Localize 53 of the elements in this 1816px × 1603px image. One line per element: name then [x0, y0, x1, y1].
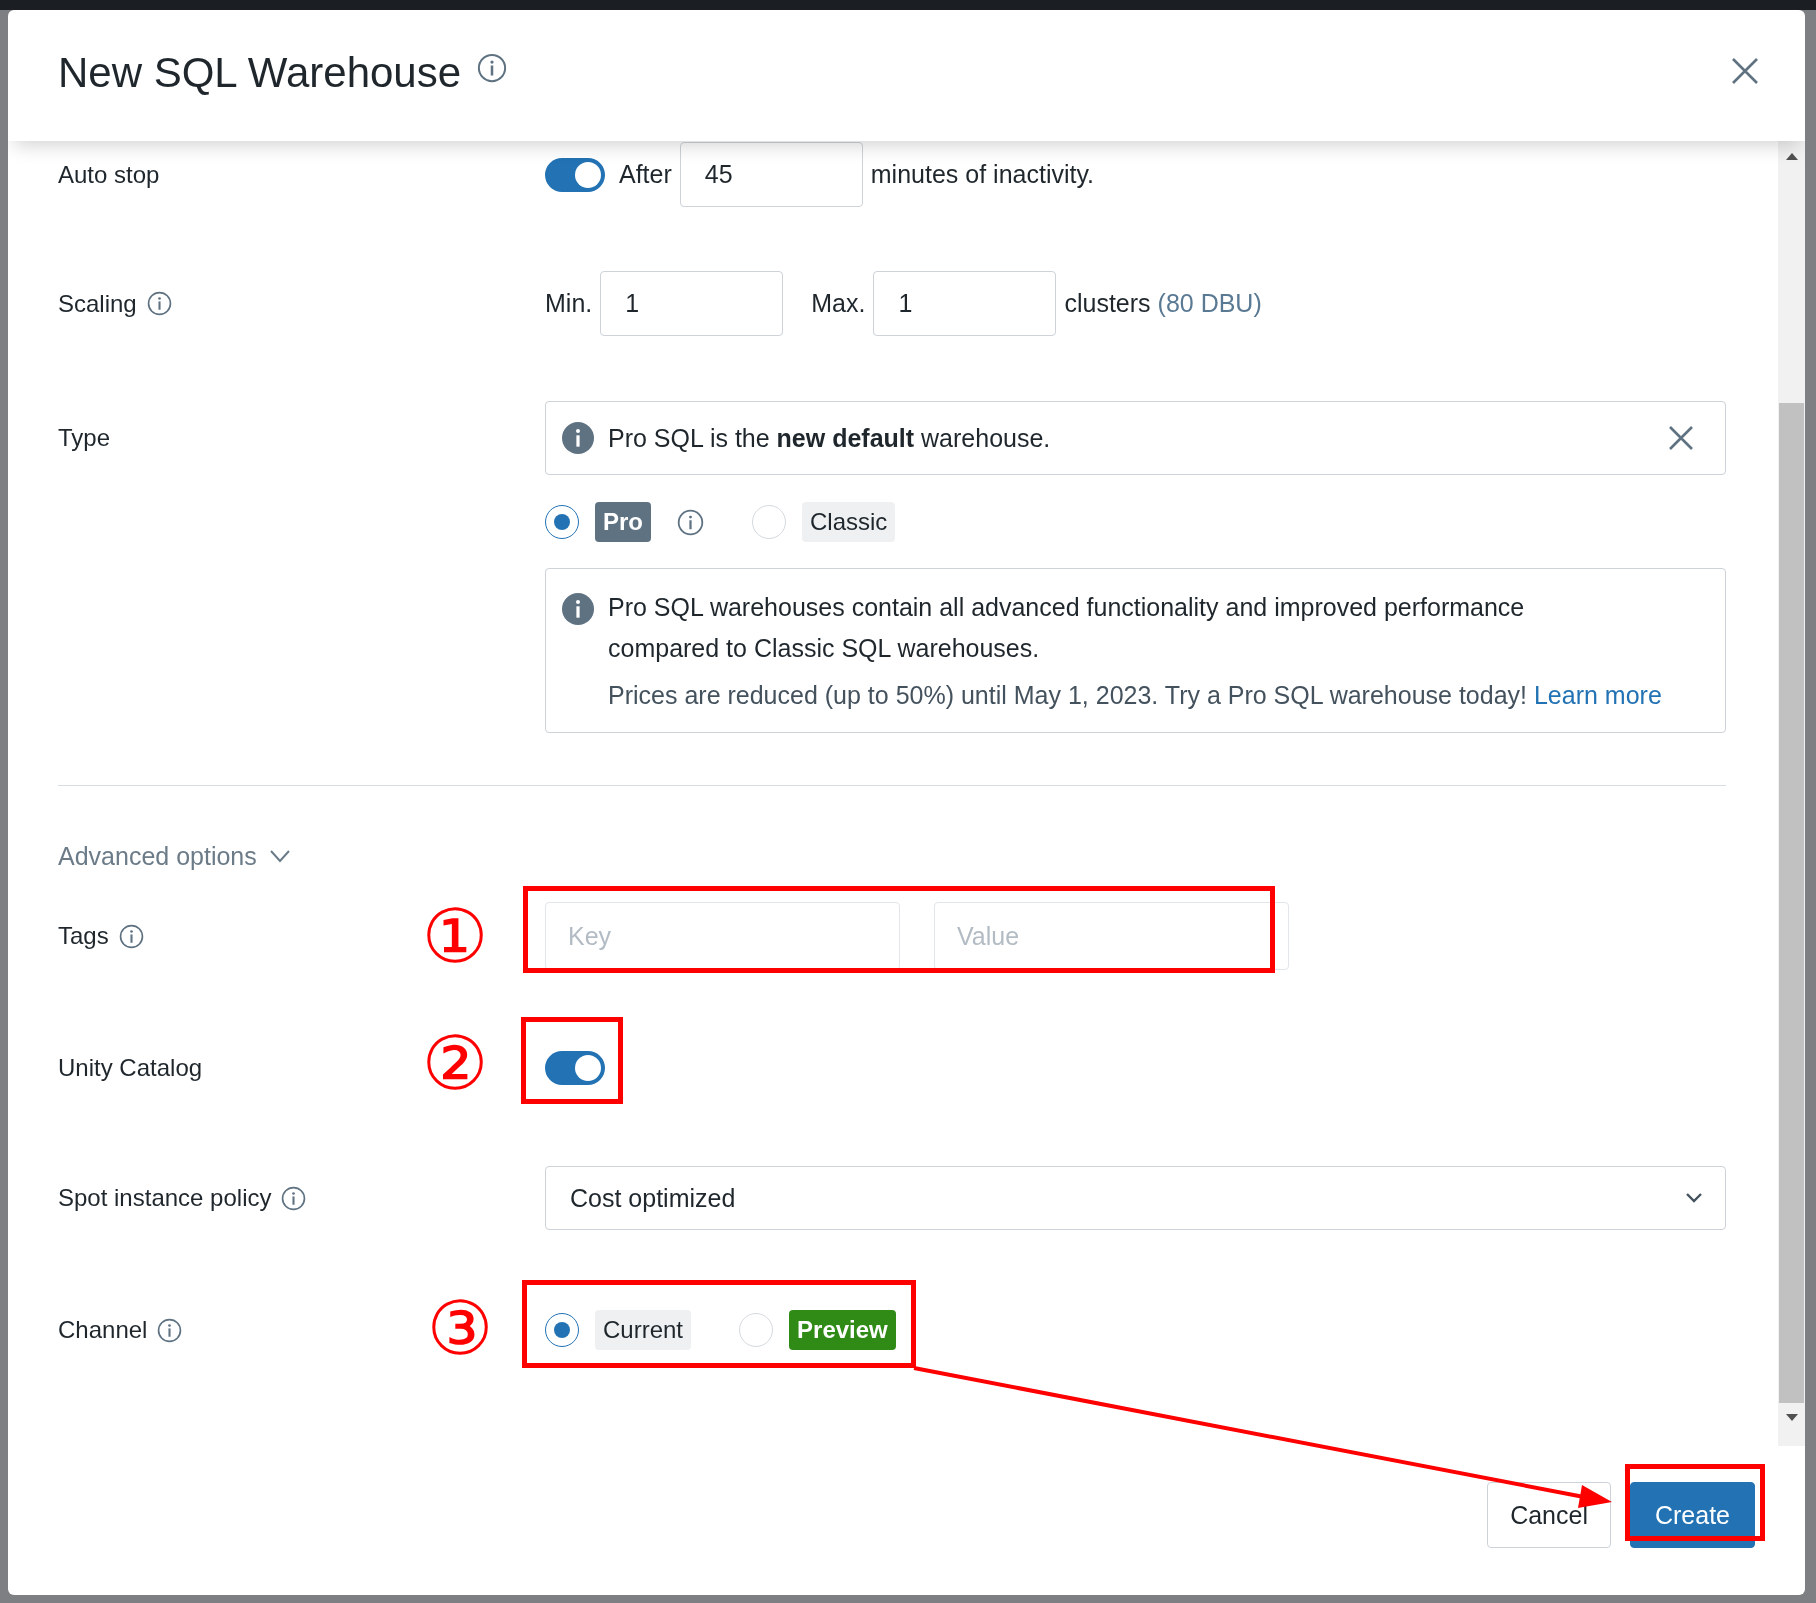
policy-dropdown[interactable]: Cost optimized — [545, 1166, 1726, 1230]
info-text: Pro SQL warehouses contain all advanced functionality and improved performance compared to Classic SQL warehouses. — [608, 592, 1526, 664]
info-icon — [562, 422, 594, 454]
step-number: ② — [422, 1023, 489, 1103]
field-label: Scaling — [58, 289, 137, 318]
field-label: Spot instance policy — [58, 1184, 272, 1212]
learn-more-link[interactable]: Learn more — [1533, 681, 1662, 709]
close-button[interactable] — [1667, 424, 1695, 452]
info-icon — [562, 593, 594, 625]
min-field[interactable]: 1 — [600, 271, 784, 336]
step-number: ③ — [427, 1288, 494, 1368]
info-icon[interactable] — [157, 1317, 183, 1343]
caret-icon — [1685, 1192, 1703, 1204]
minutes-field[interactable]: 45 — [679, 142, 863, 207]
toggle-switch[interactable] — [545, 1051, 605, 1085]
scroll-up-icon[interactable] — [1784, 151, 1799, 161]
max-field[interactable]: 1 — [873, 271, 1057, 336]
field-text: After — [619, 160, 672, 189]
info-icon[interactable] — [146, 291, 172, 316]
create-button[interactable]: Create — [1629, 1482, 1755, 1548]
notice-text: Pro SQL is the new default warehouse. — [608, 423, 1052, 453]
info-icon[interactable] — [118, 923, 144, 949]
field-label: Channel — [58, 1316, 148, 1344]
key-field[interactable]: Key — [545, 902, 900, 970]
field-label: Unity Catalog — [58, 1054, 203, 1082]
close-button[interactable] — [1730, 55, 1760, 86]
step-number: ① — [422, 896, 489, 976]
option-label: Pro — [595, 502, 651, 542]
dialog-title: New SQL Warehouse — [58, 48, 462, 97]
radio-button[interactable] — [545, 505, 579, 539]
option-label: Current — [595, 1310, 692, 1350]
field-label: Type — [58, 424, 111, 452]
toggle-switch[interactable] — [545, 157, 605, 192]
field-text: Min. — [545, 289, 593, 318]
chevron-icon — [268, 849, 291, 863]
field-text: minutes of inactivity. — [870, 160, 1095, 189]
field-text: clusters — [1064, 289, 1151, 318]
radio-button[interactable] — [545, 1313, 579, 1347]
info-icon[interactable] — [281, 1185, 307, 1211]
scrollbar[interactable] — [1778, 141, 1805, 1446]
info-icon[interactable] — [477, 52, 508, 83]
option-label: Classic — [802, 502, 896, 542]
info-icon[interactable] — [677, 508, 704, 536]
value-field[interactable]: Value — [934, 902, 1289, 970]
field-label: Tags — [58, 922, 109, 950]
scroll-down-icon[interactable] — [1784, 1413, 1799, 1423]
dbu-text: (80 DBU) — [1157, 289, 1262, 318]
field-label: Auto stop — [58, 160, 160, 189]
cancel-button[interactable]: Cancel — [1487, 1482, 1611, 1548]
advanced-options-toggle[interactable]: Advanced options — [58, 841, 291, 871]
field-text: Max. — [811, 289, 866, 318]
note-text: Prices are reduced (up to 50%) until May 1, 2023. Try a Pro SQL warehouse today! — [608, 681, 1528, 709]
option-label: Preview — [789, 1310, 896, 1350]
